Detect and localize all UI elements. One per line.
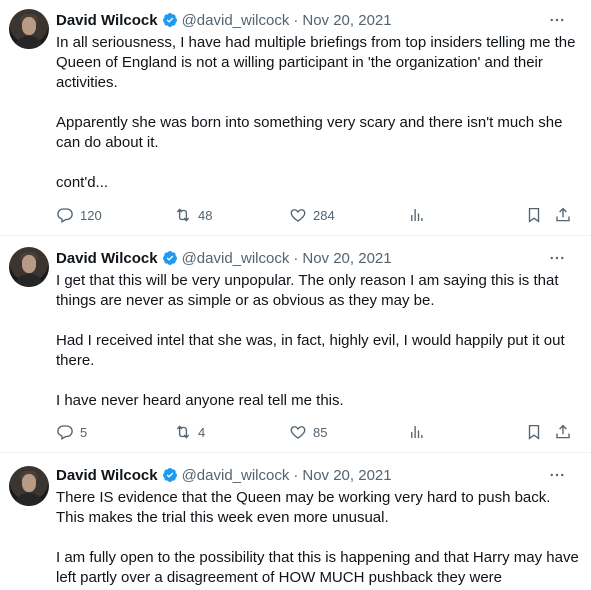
separator: · <box>293 466 299 484</box>
bookmark-icon <box>528 207 540 223</box>
reply-icon <box>57 425 73 440</box>
share-button[interactable] <box>554 422 572 442</box>
retweet-button[interactable]: 4 <box>174 422 205 442</box>
retweet-count: 48 <box>198 207 213 223</box>
separator: · <box>293 11 299 29</box>
tweet[interactable]: David Wilcock @david_wilcock · Nov 20, 2… <box>0 236 591 453</box>
more-icon[interactable] <box>547 10 567 30</box>
tweet-paragraph: cont'd... <box>56 174 109 191</box>
tweet-date[interactable]: Nov 20, 2021 <box>302 250 391 267</box>
avatar[interactable] <box>9 466 49 506</box>
author-handle[interactable]: @david_wilcock <box>182 467 290 484</box>
tweet[interactable]: David Wilcock @david_wilcock · Nov 20, 2… <box>0 0 591 236</box>
tweet-paragraph: Had I received intel that she was, in fa… <box>56 332 565 369</box>
retweet-icon <box>176 208 190 222</box>
verified-badge-icon <box>162 251 177 265</box>
author-name[interactable]: David Wilcock <box>56 250 158 267</box>
bookmark-icon <box>528 424 540 440</box>
heart-icon <box>290 426 306 439</box>
bookmark-button[interactable] <box>525 422 543 442</box>
tweet-paragraph: There IS evidence that the Queen may be … <box>56 489 551 526</box>
tweet-paragraph: Apparently she was born into something v… <box>56 114 563 151</box>
tweet-date[interactable]: Nov 20, 2021 <box>302 12 391 29</box>
tweet-paragraph: I get that this will be very unpopular. … <box>56 272 559 309</box>
avatar[interactable] <box>9 247 49 287</box>
reply-button[interactable]: 5 <box>56 422 87 442</box>
tweet-header: David Wilcock @david_wilcock · Nov 20, 2… <box>56 10 581 30</box>
more-icon[interactable] <box>547 248 567 268</box>
views-icon <box>411 209 423 221</box>
like-button[interactable]: 85 <box>289 422 327 442</box>
author-handle[interactable]: @david_wilcock <box>182 12 290 29</box>
tweet-text: In all seriousness, I have had multiple … <box>56 33 581 193</box>
retweet-icon <box>176 425 190 439</box>
like-count: 85 <box>313 424 328 440</box>
share-icon <box>556 424 570 439</box>
separator: · <box>293 249 299 267</box>
retweet-count: 4 <box>198 424 206 440</box>
like-button[interactable]: 284 <box>289 205 335 225</box>
timeline: David Wilcock @david_wilcock · Nov 20, 2… <box>0 0 591 590</box>
share-icon <box>556 207 570 222</box>
share-button[interactable] <box>554 205 572 225</box>
tweet-paragraph: I am fully open to the possibility that … <box>56 549 579 586</box>
tweet-header: David Wilcock @david_wilcock · Nov 20, 2… <box>56 465 581 485</box>
reply-button[interactable]: 120 <box>56 205 102 225</box>
like-count: 284 <box>313 207 335 223</box>
reply-count: 5 <box>80 424 88 440</box>
author-name[interactable]: David Wilcock <box>56 12 158 29</box>
reply-icon <box>57 208 73 223</box>
tweet-date[interactable]: Nov 20, 2021 <box>302 467 391 484</box>
avatar[interactable] <box>9 9 49 49</box>
retweet-button[interactable]: 48 <box>174 205 212 225</box>
author-name[interactable]: David Wilcock <box>56 467 158 484</box>
more-icon[interactable] <box>547 465 567 485</box>
tweet[interactable]: David Wilcock @david_wilcock · Nov 20, 2… <box>0 453 591 590</box>
tweet-paragraph: I have never heard anyone real tell me t… <box>56 392 344 409</box>
bookmark-button[interactable] <box>525 205 543 225</box>
reply-count: 120 <box>80 207 102 223</box>
tweet-paragraph: In all seriousness, I have had multiple … <box>56 34 576 91</box>
tweet-actions: 5 4 85 <box>56 422 581 442</box>
tweet-text: I get that this will be very unpopular. … <box>56 271 581 411</box>
tweet-actions: 120 48 284 <box>56 205 581 225</box>
author-handle[interactable]: @david_wilcock <box>182 250 290 267</box>
views-button[interactable] <box>408 205 426 225</box>
views-icon <box>411 426 423 438</box>
views-button[interactable] <box>408 422 426 442</box>
verified-badge-icon <box>162 468 177 482</box>
tweet-header: David Wilcock @david_wilcock · Nov 20, 2… <box>56 248 581 268</box>
heart-icon <box>290 209 306 222</box>
verified-badge-icon <box>162 13 177 27</box>
tweet-text: There IS evidence that the Queen may be … <box>56 488 581 588</box>
